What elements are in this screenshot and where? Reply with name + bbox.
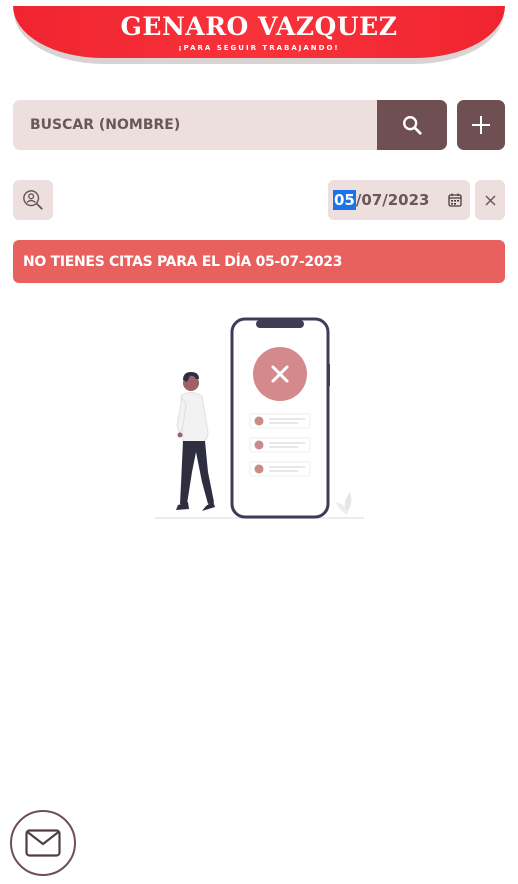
date-input[interactable]: 05 /07/2023	[328, 180, 470, 220]
alert-message: NO TIENES CITAS PARA EL DÍA 05-07-2023	[23, 253, 343, 270]
search-button[interactable]	[377, 100, 447, 150]
calendar-icon[interactable]	[448, 193, 462, 207]
user-search-button[interactable]	[13, 180, 53, 220]
date-day-segment[interactable]: 05	[333, 190, 356, 210]
add-appointment-button[interactable]	[457, 100, 505, 150]
date-month-year[interactable]: /07/2023	[356, 191, 430, 209]
search-box	[13, 100, 377, 150]
plus-icon	[472, 116, 490, 134]
brand-title: GENARO VAZQUEZ	[120, 12, 398, 41]
messages-button[interactable]	[10, 810, 76, 876]
close-icon	[484, 194, 496, 206]
search-icon	[403, 116, 422, 135]
clear-date-button[interactable]	[475, 180, 505, 220]
search-input[interactable]	[28, 116, 362, 134]
empty-state-illustration	[155, 317, 364, 519]
mail-icon	[25, 829, 61, 857]
user-search-icon	[23, 190, 43, 210]
brand-subtitle: ¡PARA SEGUIR TRABAJANDO!	[178, 44, 340, 52]
no-appointments-alert: NO TIENES CITAS PARA EL DÍA 05-07-2023	[13, 240, 505, 283]
header-banner: GENARO VAZQUEZ ¡PARA SEGUIR TRABAJANDO!	[13, 6, 505, 58]
